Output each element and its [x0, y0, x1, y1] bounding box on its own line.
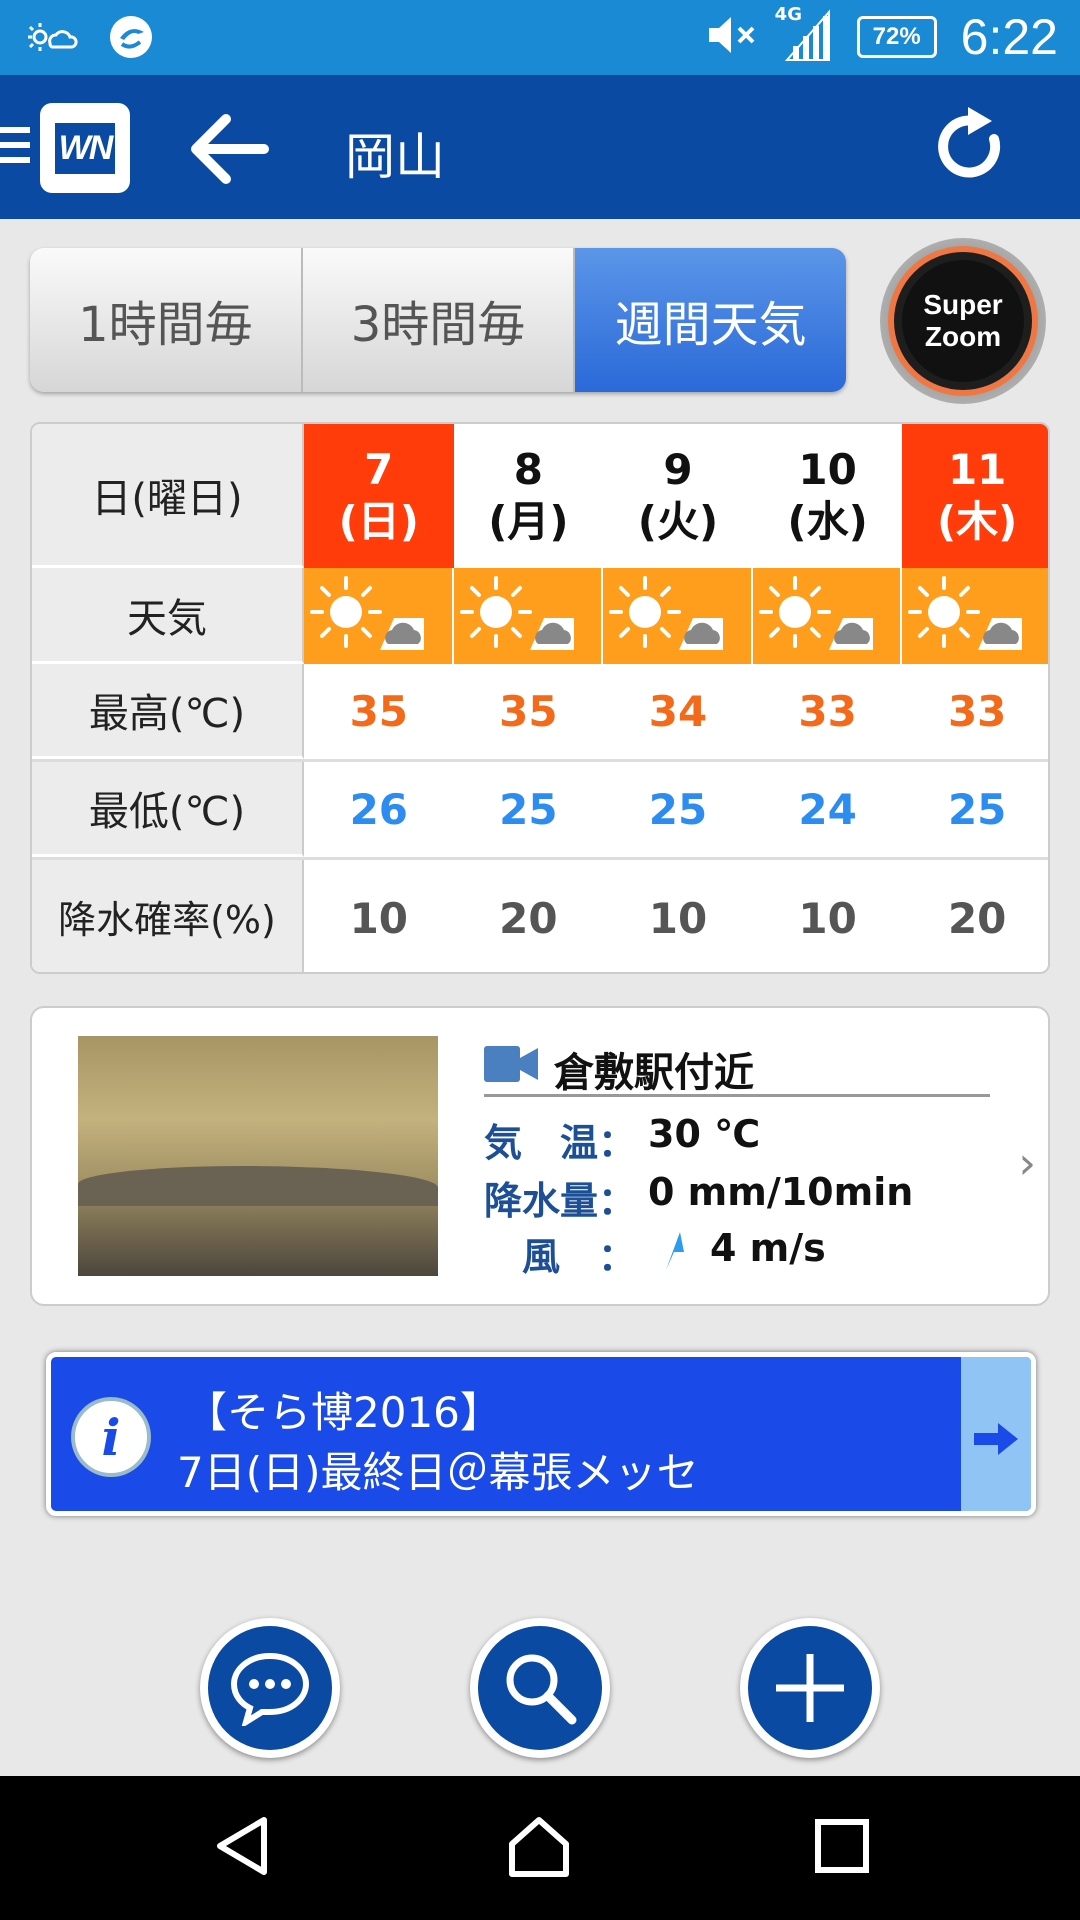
- banner-subtitle: 7日(日)最終日＠幕張メッセ: [177, 1448, 699, 1497]
- sunny-then-cloudy-icon: [902, 568, 1048, 664]
- row-label-high: 最高(℃): [32, 664, 304, 759]
- logo-text: WN: [54, 122, 116, 174]
- network-type-label: 4G: [774, 4, 802, 25]
- low-temp-cell: 25: [947, 785, 1007, 834]
- super-zoom-line1: Super: [923, 289, 1003, 320]
- weekday: (火): [637, 497, 719, 546]
- forecast-tabs: 1時間毎 3時間毎 週間天気: [30, 248, 846, 392]
- nav-home-icon[interactable]: [506, 1814, 572, 1884]
- page-title: 岡山: [345, 128, 445, 186]
- tab-weekly[interactable]: 週間天気: [575, 248, 846, 392]
- nav-recents-icon[interactable]: [814, 1818, 870, 1878]
- weekly-weather-table: 日(曜日) 7 (日) 8 (月) 9 (火) 10 (水) 11 (木) 天気 最高(℃…: [30, 422, 1050, 974]
- weekday: (水): [787, 497, 868, 546]
- chat-button[interactable]: [200, 1618, 340, 1758]
- menu-icon[interactable]: [0, 127, 30, 172]
- app-header: WN 岡山: [0, 75, 1080, 219]
- super-zoom-line2: Zoom: [924, 321, 1002, 352]
- row-label-date: 日(曜日): [32, 424, 304, 568]
- system-nav-bar: [0, 1776, 1080, 1920]
- high-temp-cell: 33: [947, 687, 1007, 736]
- low-temp-cell: 24: [798, 785, 857, 834]
- day-number: 8: [513, 445, 543, 494]
- wind-label: 風 ：: [522, 1235, 637, 1279]
- rain-chance-row: 降水確率(%) 10 20 10 10 20: [32, 860, 1048, 972]
- sunny-then-cloudy-icon: [752, 568, 903, 664]
- weekday: (月): [488, 497, 569, 546]
- low-temp-cell: 26: [349, 785, 409, 834]
- status-bar: 4G 72% 6:22: [0, 0, 1080, 75]
- weather-row: 天気: [32, 568, 1048, 664]
- refresh-icon[interactable]: [936, 107, 1010, 191]
- weekday: (木): [936, 497, 1018, 546]
- date-cell: 9 (火): [603, 424, 753, 568]
- high-temp-row: 最高(℃) 35 35 34 33 33: [32, 664, 1048, 762]
- date-cell: 8 (月): [453, 424, 604, 568]
- weekday: (日): [338, 497, 419, 546]
- banner-title: 【そら博2016】: [185, 1388, 502, 1437]
- day-number: 11: [947, 445, 1007, 494]
- day-number: 7: [364, 445, 394, 494]
- high-temp-cell: 34: [648, 687, 708, 736]
- add-icon: [748, 1626, 872, 1750]
- sunny-then-cloudy-icon: [453, 568, 604, 664]
- divider: [484, 1094, 990, 1097]
- arrow-right-icon[interactable]: [961, 1357, 1031, 1511]
- high-temp-cell: 35: [349, 687, 409, 736]
- camera-photo[interactable]: [78, 1036, 438, 1276]
- rain-chance-cell: 10: [798, 893, 857, 943]
- clock: 6:22: [960, 9, 1058, 65]
- app-logo[interactable]: WN: [40, 103, 130, 193]
- battery-icon: 72%: [856, 16, 937, 58]
- low-temp-cell: 25: [648, 785, 708, 834]
- tab-hourly[interactable]: 1時間毎: [30, 248, 303, 392]
- back-arrow-icon[interactable]: [190, 113, 270, 189]
- chat-icon: [208, 1626, 332, 1750]
- camera-location: 倉敷駅付近: [554, 1050, 754, 1096]
- weather-sun-cloud-icon: [26, 17, 78, 61]
- sunny-then-cloudy-icon: [603, 568, 753, 664]
- info-banner[interactable]: i 【そら博2016】 7日(日)最終日＠幕張メッセ: [46, 1352, 1036, 1516]
- row-label-rain: 降水確率(%): [32, 860, 304, 972]
- day-number: 10: [798, 445, 857, 494]
- high-temp-cell: 35: [499, 687, 558, 736]
- date-row: 日(曜日) 7 (日) 8 (月) 9 (火) 10 (水) 11 (木): [32, 424, 1048, 568]
- tab-3hourly[interactable]: 3時間毎: [302, 248, 576, 392]
- sunny-then-cloudy-icon: [304, 568, 454, 664]
- signal-icon: 4G: [775, 4, 833, 66]
- search-icon: [478, 1626, 602, 1750]
- info-icon: i: [71, 1397, 151, 1477]
- date-cell: 7 (日): [304, 424, 454, 568]
- rain-chance-cell: 10: [349, 893, 409, 943]
- row-label-low: 最低(℃): [32, 762, 304, 857]
- temp-label: 気 温：: [484, 1121, 637, 1165]
- rain-chance-cell: 10: [648, 893, 708, 943]
- precip-value: 0 mm/10min: [648, 1170, 914, 1214]
- app-notification-icon: [108, 14, 154, 64]
- precip-label: 降水量：: [484, 1179, 637, 1223]
- video-camera-icon: [484, 1044, 540, 1088]
- super-zoom-button[interactable]: Super Zoom: [880, 238, 1046, 404]
- wind-direction-icon: [660, 1230, 690, 1276]
- low-temp-cell: 25: [499, 785, 558, 834]
- rain-chance-cell: 20: [499, 893, 558, 943]
- low-temp-row: 最低(℃) 26 25 25 24 25: [32, 762, 1048, 860]
- live-camera-card[interactable]: 倉敷駅付近 気 温： 30 ℃ 降水量： 0 mm/10min 風 ： 4 m/…: [30, 1006, 1050, 1306]
- mute-icon: [705, 13, 759, 61]
- date-cell: 10 (水): [752, 424, 903, 568]
- date-cell: 11 (木): [902, 424, 1048, 568]
- row-label-weather: 天気: [32, 568, 304, 664]
- temp-value: 30 ℃: [648, 1112, 761, 1156]
- rain-chance-cell: 20: [947, 893, 1007, 943]
- day-number: 9: [663, 445, 693, 494]
- add-button[interactable]: [740, 1618, 880, 1758]
- wind-value: 4 m/s: [710, 1226, 826, 1270]
- high-temp-cell: 33: [798, 687, 857, 736]
- search-button[interactable]: [470, 1618, 610, 1758]
- nav-back-icon[interactable]: [212, 1814, 272, 1882]
- chevron-right-icon[interactable]: ›: [1018, 1138, 1036, 1189]
